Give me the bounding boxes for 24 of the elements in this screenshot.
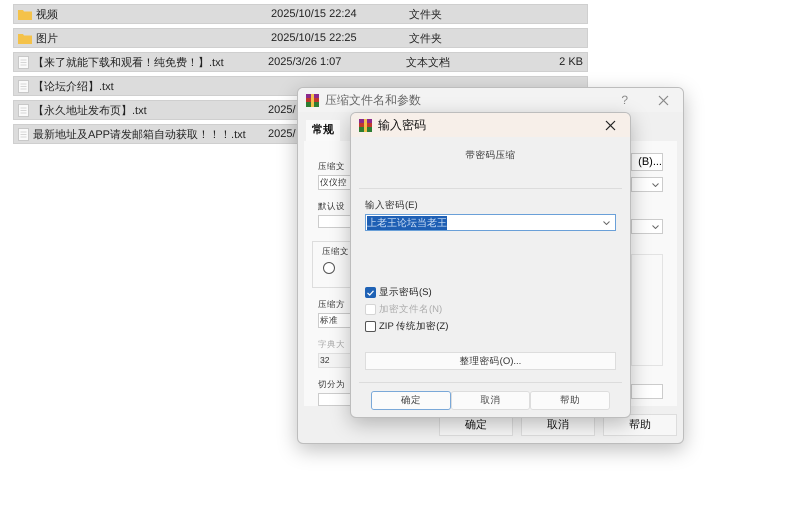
- file-name: 【论坛介绍】.txt: [33, 80, 115, 94]
- window-title: 输入密码: [378, 116, 427, 134]
- file-date: 2025/: [268, 104, 296, 116]
- file-date: 2025/3/26 1:07: [268, 56, 342, 68]
- file-date: 2025/10/15 22:25: [271, 32, 357, 44]
- file-name: 【永久地址发布页】.txt: [33, 104, 148, 118]
- field-label: 压缩文: [318, 161, 346, 172]
- file-name: 最新地址及APP请发邮箱自动获取！！！.txt: [33, 128, 247, 142]
- file-name: 图片: [36, 32, 59, 46]
- file-type: 文本文档: [406, 56, 451, 70]
- file-size: 2 KB: [558, 56, 583, 68]
- file-name: 【来了就能下载和观看！纯免费！】.txt: [33, 56, 225, 70]
- field-label: 切分为: [318, 379, 346, 390]
- file-date: 2025/: [268, 128, 296, 140]
- field-label: 压缩方: [318, 299, 346, 310]
- file-type: 文件夹: [409, 32, 443, 46]
- group-label: 压缩文: [322, 246, 348, 257]
- file-date: 2025/10/15 22:24: [271, 8, 357, 20]
- field-label: 输入密码(E): [365, 199, 418, 212]
- file-type: 文件夹: [409, 8, 443, 22]
- file-name: 视频: [36, 8, 59, 22]
- field-label: 默认设: [318, 201, 346, 212]
- dialog-heading: 带密码压缩: [359, 137, 622, 189]
- field-label: 字典大: [318, 339, 346, 350]
